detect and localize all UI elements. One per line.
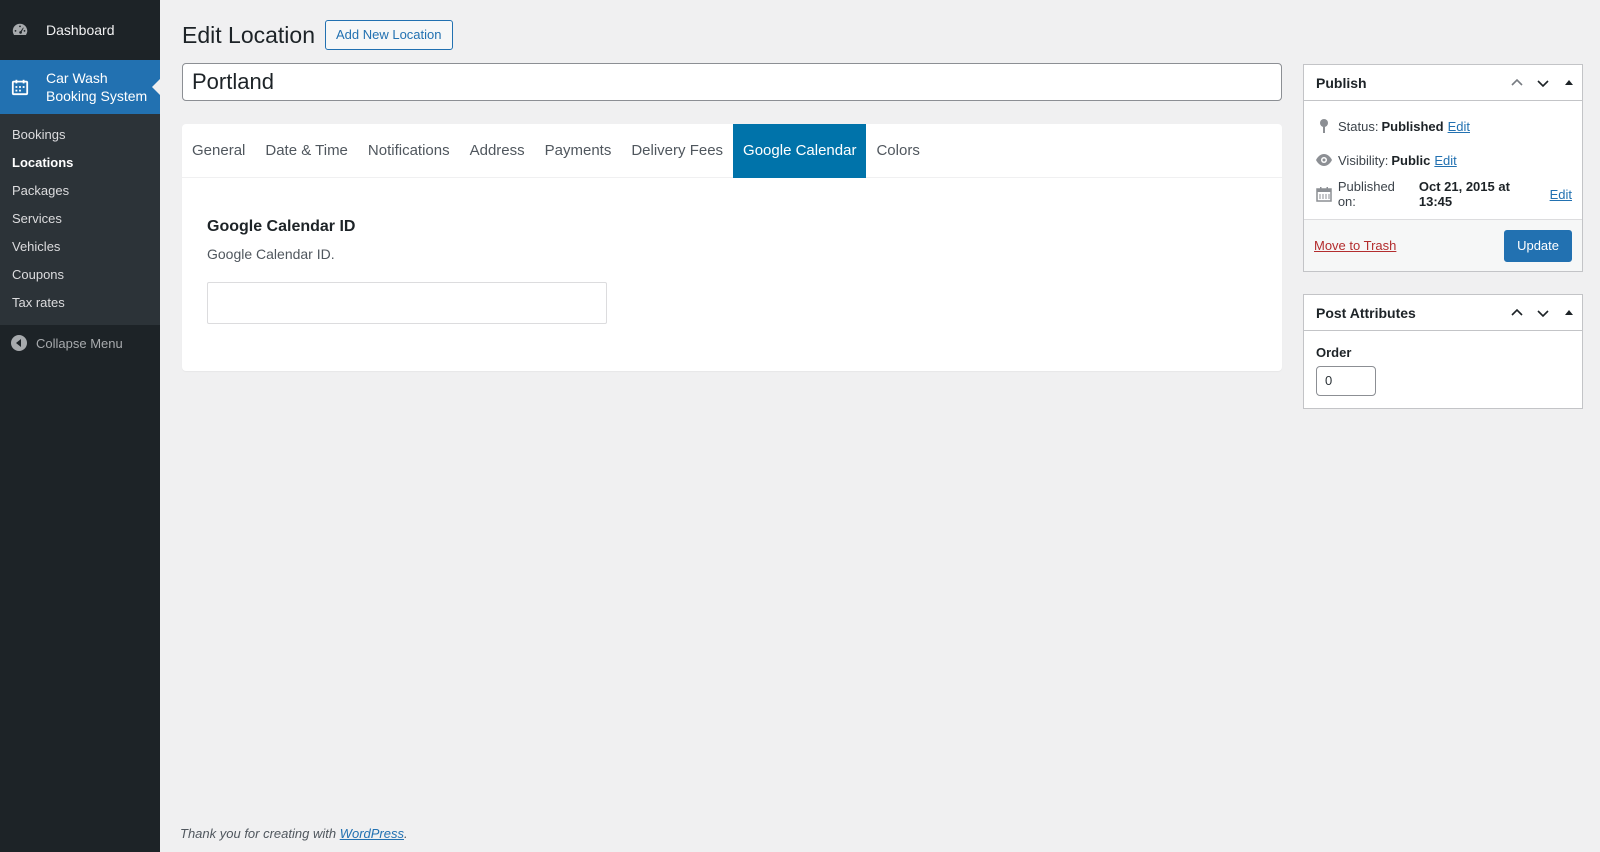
published-edit-link[interactable]: Edit [1550, 187, 1572, 202]
publish-box-title: Publish [1316, 74, 1367, 91]
publish-box-body: Status: Published Edit Visibility: Publi… [1304, 101, 1582, 271]
submenu-item-packages[interactable]: Packages [0, 177, 160, 205]
menu-dashboard[interactable]: Dashboard [0, 0, 160, 60]
submenu-item-coupons[interactable]: Coupons [0, 261, 160, 289]
footer-text: Thank you for creating with WordPress. [180, 826, 408, 841]
tab-content: Google Calendar ID Google Calendar ID. [182, 178, 1282, 364]
wordpress-link[interactable]: WordPress [340, 826, 404, 841]
admin-sidebar: Dashboard Car Wash Booking System Bookin… [0, 0, 160, 852]
visibility-value: Public [1391, 152, 1431, 168]
order-label: Order [1316, 345, 1352, 360]
submenu-item-services[interactable]: Services [0, 205, 160, 233]
tab-notifications[interactable]: Notifications [358, 124, 460, 178]
menu-car-wash-booking[interactable]: Car Wash Booking System [0, 60, 160, 114]
publish-actions: Move to Trash Update [1304, 219, 1582, 271]
footer-thanks: Thank you for creating with [180, 826, 337, 841]
main-content: Edit Location Add New Location Portland … [160, 0, 1600, 852]
publish-box: Publish Status: Published Edit Visibilit… [1303, 64, 1583, 272]
published-value: Oct 21, 2015 at 13:45 [1418, 179, 1510, 209]
status-value: Published [1381, 118, 1444, 134]
published-label: Published on: [1337, 179, 1395, 209]
submenu-item-bookings[interactable]: Bookings [0, 121, 160, 149]
eye-icon [1314, 150, 1334, 170]
google-calendar-id-label: Google Calendar ID [207, 218, 356, 235]
tab-google-calendar[interactable]: Google Calendar [733, 124, 867, 178]
collapse-arrow-icon [10, 334, 28, 352]
submenu-item-locations[interactable]: Locations [0, 149, 160, 177]
settings-tabs: General Date & Time Notifications Addres… [182, 124, 1282, 178]
status-edit-link[interactable]: Edit [1448, 119, 1470, 134]
visibility-edit-link[interactable]: Edit [1434, 153, 1456, 168]
page-heading: Edit Location Add New Location [182, 20, 453, 50]
tab-general[interactable]: General [182, 124, 255, 178]
menu-dashboard-label: Dashboard [46, 22, 115, 38]
google-calendar-id-input[interactable] [207, 282, 607, 324]
collapse-menu-label: Collapse Menu [36, 335, 123, 351]
tab-date-time[interactable]: Date & Time [255, 124, 358, 178]
tab-payments[interactable]: Payments [535, 124, 622, 178]
menu-current-label-line2: Booking System [46, 88, 148, 104]
pin-icon [1314, 116, 1334, 136]
post-attributes-title: Post Attributes [1316, 304, 1416, 321]
post-attributes-controls [1504, 295, 1582, 331]
publish-date-row: Published on: Oct 21, 2015 at 13:45 Edit [1304, 177, 1582, 211]
order-input[interactable]: 0 [1316, 366, 1376, 396]
calendar-icon [1314, 184, 1334, 204]
page-title: Edit Location [182, 21, 315, 48]
toggle-triangle-icon[interactable] [1556, 65, 1582, 101]
chevron-up-icon[interactable] [1504, 65, 1530, 101]
post-attributes-header: Post Attributes [1304, 295, 1582, 331]
publish-box-controls [1504, 65, 1582, 101]
post-attributes-body: Order 0 [1304, 331, 1582, 408]
post-title-input[interactable]: Portland [182, 63, 1282, 101]
dashboard-icon [10, 20, 30, 40]
footer-period: . [404, 826, 408, 841]
menu-current-label-line1: Car Wash [46, 70, 108, 86]
tab-delivery-fees[interactable]: Delivery Fees [621, 124, 733, 178]
post-attributes-box: Post Attributes Order 0 [1303, 294, 1583, 409]
calendar-icon [10, 77, 30, 97]
chevron-down-icon[interactable] [1530, 295, 1556, 331]
add-new-location-button[interactable]: Add New Location [324, 20, 453, 50]
submenu: Bookings Locations Packages Services Veh… [0, 114, 160, 325]
chevron-up-icon[interactable] [1504, 295, 1530, 331]
move-to-trash-link[interactable]: Move to Trash [1314, 238, 1396, 253]
chevron-down-icon[interactable] [1530, 65, 1556, 101]
collapse-menu-button[interactable]: Collapse Menu [0, 325, 160, 361]
visibility-label: Visibility: [1338, 152, 1389, 168]
submenu-item-tax-rates[interactable]: Tax rates [0, 289, 160, 317]
update-button[interactable]: Update [1504, 229, 1572, 262]
status-label: Status: [1338, 118, 1379, 134]
publish-visibility-row: Visibility: Public Edit [1304, 143, 1582, 177]
menu-current-label: Car Wash Booking System [46, 69, 147, 105]
submenu-item-vehicles[interactable]: Vehicles [0, 233, 160, 261]
settings-panel: General Date & Time Notifications Addres… [182, 124, 1282, 371]
publish-box-header: Publish [1304, 65, 1582, 101]
tab-address[interactable]: Address [460, 124, 535, 178]
toggle-triangle-icon[interactable] [1556, 295, 1582, 331]
publish-status-row: Status: Published Edit [1304, 109, 1582, 143]
google-calendar-id-description: Google Calendar ID. [207, 246, 335, 262]
tab-colors[interactable]: Colors [866, 124, 929, 178]
